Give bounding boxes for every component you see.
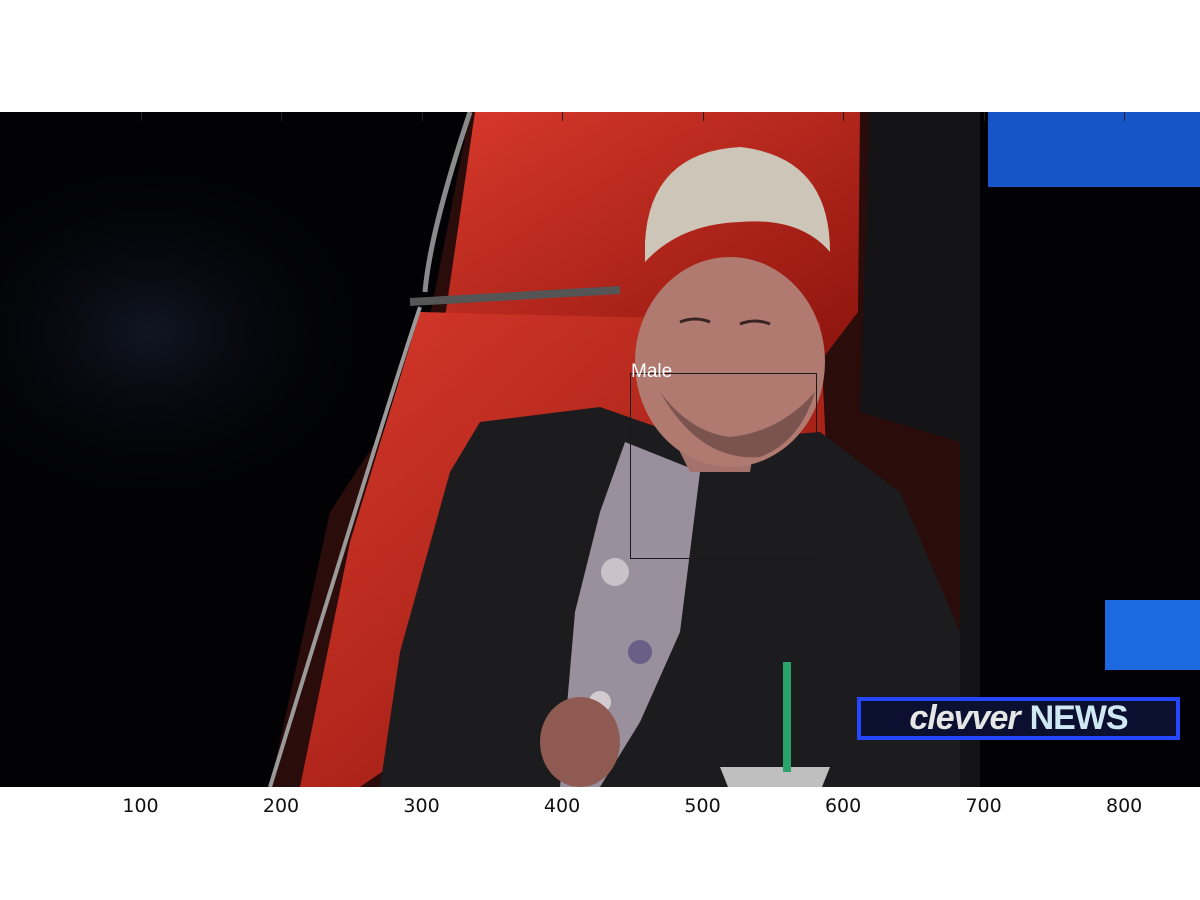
x-tick-label: 100 [122, 795, 159, 817]
x-tick-label: 600 [824, 795, 862, 817]
straw [783, 662, 791, 772]
x-tick-label: 200 [262, 795, 300, 817]
cup [720, 767, 830, 787]
detection-label: Male [631, 361, 673, 382]
x-tick-label: 500 [684, 795, 721, 817]
face-detection-box [630, 373, 817, 559]
x-tick-mark [702, 112, 704, 121]
blue-screen-top [988, 112, 1200, 187]
x-tick-label: 700 [965, 795, 1002, 817]
video-frame [0, 112, 1200, 787]
logo-news: NEWS [1029, 699, 1129, 737]
x-tick-mark [843, 112, 845, 121]
x-tick-mark [1124, 112, 1126, 121]
logo-clevver: clevver [909, 699, 1020, 737]
shirt-pattern [601, 558, 629, 586]
x-tick-mark [421, 112, 423, 121]
x-tick-label: 400 [543, 795, 581, 817]
image-axes: Male [0, 112, 1200, 787]
clevver-news-logo: clevver NEWS [857, 697, 1180, 740]
x-tick-label: 300 [403, 795, 440, 817]
hand [540, 697, 620, 787]
x-tick-mark [983, 112, 985, 121]
x-tick-mark [562, 112, 564, 121]
x-tick-label: 800 [1105, 795, 1143, 817]
shirt-pattern [628, 640, 652, 664]
x-tick-mark [281, 112, 283, 121]
blue-screen-bottom [1105, 600, 1200, 670]
x-tick-mark [140, 112, 142, 121]
